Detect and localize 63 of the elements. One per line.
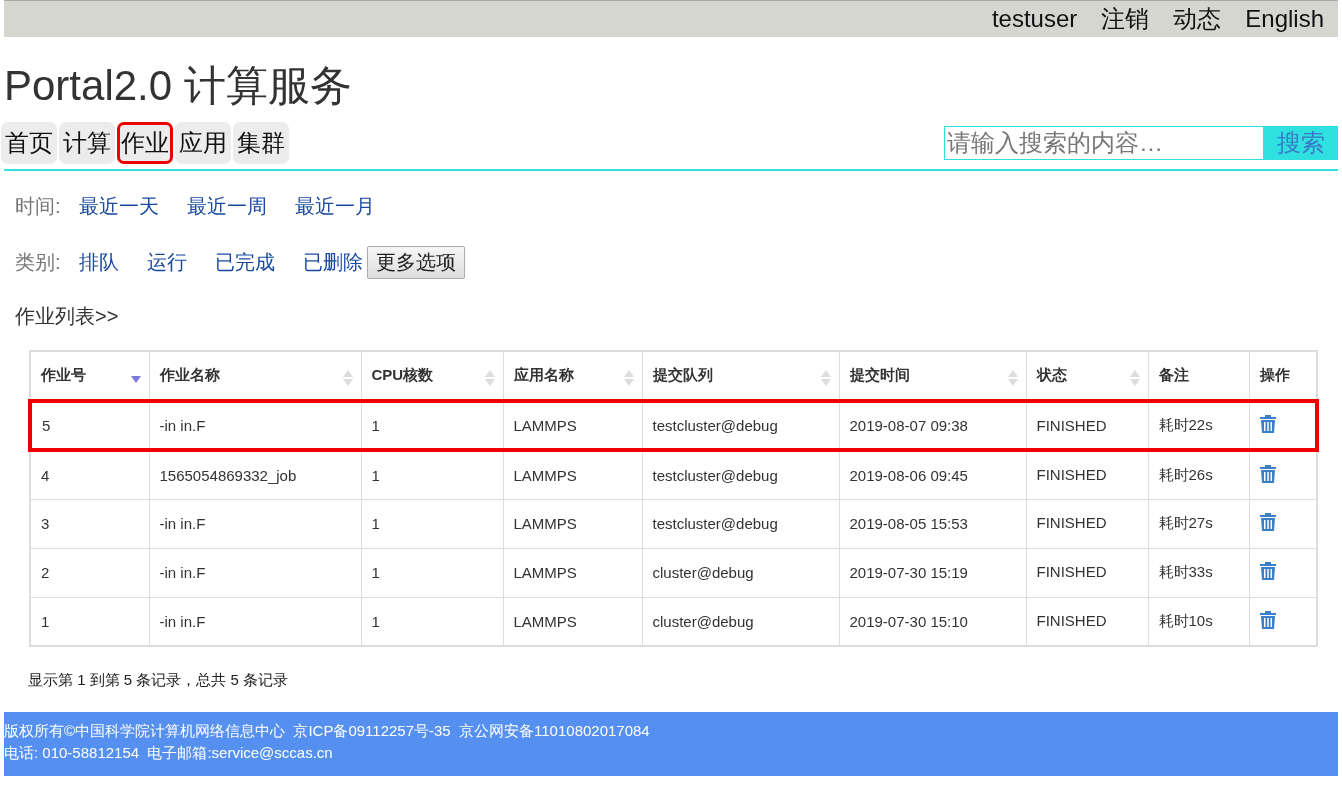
table-cell: testcluster@debug — [642, 499, 839, 548]
filter-link[interactable]: 运行 — [146, 248, 187, 276]
table-cell: -in in.F — [149, 401, 361, 450]
trash-icon[interactable] — [1259, 513, 1276, 531]
table-cell: 耗时22s — [1148, 401, 1249, 450]
table-cell: 5 — [30, 401, 149, 450]
table-cell: LAMMPS — [503, 499, 642, 548]
table-cell: 2019-07-30 15:19 — [839, 548, 1026, 597]
table-cell: LAMMPS — [503, 401, 642, 450]
nav-tab[interactable]: 首页 — [1, 122, 57, 164]
top-bar-link[interactable]: testuser — [991, 5, 1078, 33]
filter-label: 时间: — [15, 193, 61, 219]
table-cell: FINISHED — [1026, 548, 1148, 597]
table-cell: 2 — [30, 548, 149, 597]
table-cell: 2019-08-05 15:53 — [839, 499, 1026, 548]
filter-link[interactable]: 最近一月 — [294, 192, 375, 220]
table-cell: 2019-08-06 09:45 — [839, 450, 1026, 499]
table-cell: 2019-08-07 09:38 — [839, 401, 1026, 450]
filter-link[interactable]: 最近一天 — [78, 192, 159, 220]
sort-descending-icon[interactable] — [130, 376, 141, 384]
table-cell: 1 — [361, 499, 503, 548]
table-cell: 1565054869332_job — [149, 450, 361, 499]
table-cell: 1 — [361, 450, 503, 499]
trash-icon[interactable] — [1259, 610, 1276, 629]
trash-icon[interactable] — [1259, 562, 1276, 580]
table-cell: testcluster@debug — [642, 450, 839, 499]
nav-tab[interactable]: 应用 — [175, 122, 231, 164]
footer-text: 电话: 010-58812154 电子邮箱:service@sccas.cn — [4, 743, 334, 763]
table-cell: FINISHED — [1026, 499, 1148, 548]
table-cell: LAMMPS — [503, 450, 642, 499]
table-cell: 3 — [30, 499, 149, 548]
table-cell: 1 — [361, 401, 503, 450]
nav-tab[interactable]: 计算 — [59, 122, 115, 164]
table-cell: cluster@debug — [642, 548, 839, 597]
table-cell: LAMMPS — [503, 548, 642, 597]
filter-label: 类别: — [15, 249, 61, 275]
table-cell: 耗时26s — [1148, 450, 1249, 499]
footer-text: 版权所有©中国科学院计算机网络信息中心 京ICP备09112257号-35 京公网安备11010802017084 — [4, 721, 651, 741]
table-cell: FINISHED — [1026, 401, 1148, 450]
page-title: Portal2.0 计算服务 — [4, 61, 353, 111]
top-bar-link[interactable]: 动态 — [1173, 3, 1222, 35]
nav-tab[interactable]: 集群 — [233, 122, 289, 164]
more-options-button[interactable]: 更多选项 — [366, 245, 465, 279]
top-bar-link[interactable]: English — [1245, 5, 1324, 33]
table-cell: 耗时27s — [1148, 499, 1249, 548]
search-field[interactable]: 请输入搜索的内容… — [944, 126, 1264, 160]
pagination-info: 显示第 1 到第 5 条记录，总共 5 条记录 — [28, 671, 290, 690]
nav-tab[interactable]: 作业 — [117, 122, 173, 164]
filter-link[interactable]: 排队 — [78, 248, 119, 276]
table-cell: FINISHED — [1026, 450, 1148, 499]
trash-icon[interactable] — [1259, 464, 1276, 483]
filter-link[interactable]: 已完成 — [214, 248, 275, 276]
trash-icon[interactable] — [1259, 415, 1276, 433]
top-bar-link[interactable]: 注销 — [1101, 3, 1150, 35]
table-cell: -in in.F — [149, 548, 361, 597]
section-heading: 作业列表>> — [15, 304, 120, 329]
table-cell: 耗时33s — [1148, 548, 1249, 597]
table-cell: 4 — [30, 450, 149, 499]
table-cell: -in in.F — [149, 499, 361, 548]
table-cell: 1 — [361, 548, 503, 597]
filter-link[interactable]: 已删除 — [302, 248, 363, 276]
table-cell: testcluster@debug — [642, 401, 839, 450]
filter-link[interactable]: 最近一周 — [186, 192, 267, 220]
